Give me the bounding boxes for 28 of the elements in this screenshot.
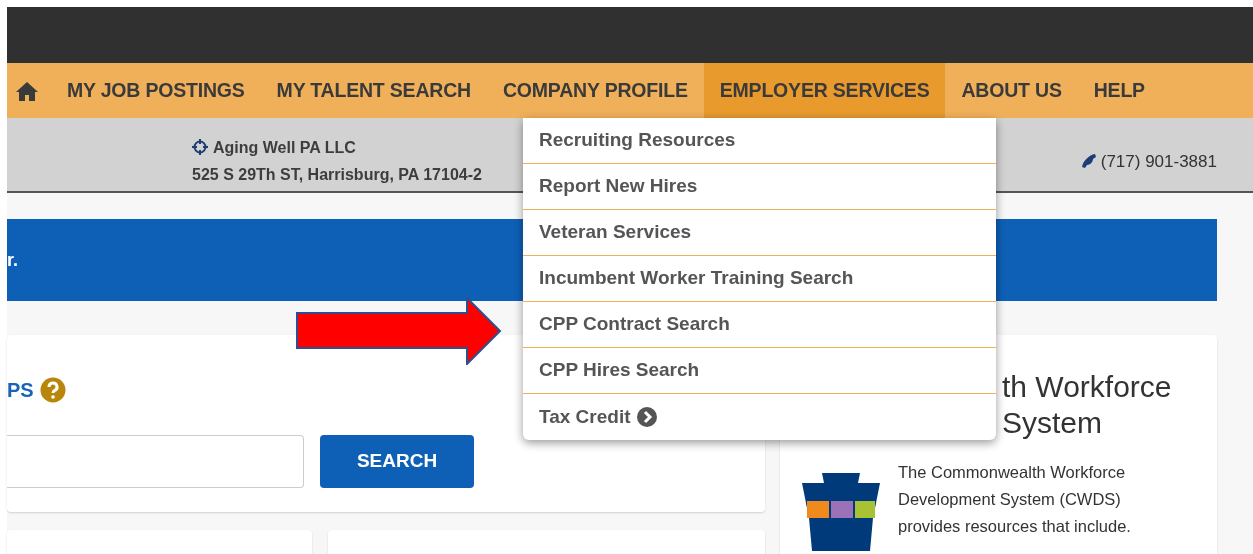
search-field[interactable] <box>7 435 304 488</box>
phone-number: (717) 901-3881 <box>1100 152 1217 171</box>
chevron-right-icon <box>636 407 657 427</box>
crosshair-icon <box>192 139 208 155</box>
menu-item[interactable]: Recruiting Resources <box>539 126 736 155</box>
arrow-icon <box>296 297 502 365</box>
menu-item[interactable]: Report New Hires <box>539 172 698 201</box>
card-title: th Workforce <box>1002 369 1172 405</box>
nav-tab[interactable]: HELP <box>1077 63 1161 118</box>
banner-text: r. <box>7 248 18 272</box>
home-icon[interactable] <box>15 80 39 101</box>
nav-tab[interactable]: EMPLOYER SERVICES <box>703 63 946 118</box>
menu-item[interactable]: CPP Contract Search <box>539 310 730 339</box>
menu-item[interactable]: Tax Credit <box>539 402 631 432</box>
menu-item[interactable]: Veteran Services <box>539 218 692 247</box>
employer-address: 525 S 29Th ST, Harrisburg, PA 17104-2 <box>192 165 482 185</box>
menu-item[interactable]: Incumbent Worker Training Search <box>539 264 854 293</box>
card-description: The Commonwealth Workforce Development System (CWDS) provides resources that include. <box>898 462 1132 537</box>
nav-tab[interactable]: MY JOB POSTINGS <box>51 63 261 118</box>
menu-item[interactable]: CPP Hires Search <box>539 356 700 385</box>
nav-tab[interactable]: MY TALENT SEARCH <box>260 63 487 118</box>
nav-tab[interactable]: COMPANY PROFILE <box>486 63 704 118</box>
help-icon[interactable] <box>39 377 66 403</box>
company-name: Aging Well PA LLC <box>213 139 356 156</box>
section-heading: PS <box>7 378 34 403</box>
card-title: System <box>1002 405 1104 441</box>
search-button[interactable]: SEARCH <box>320 435 474 488</box>
nav-tab[interactable]: ABOUT US <box>945 63 1078 118</box>
